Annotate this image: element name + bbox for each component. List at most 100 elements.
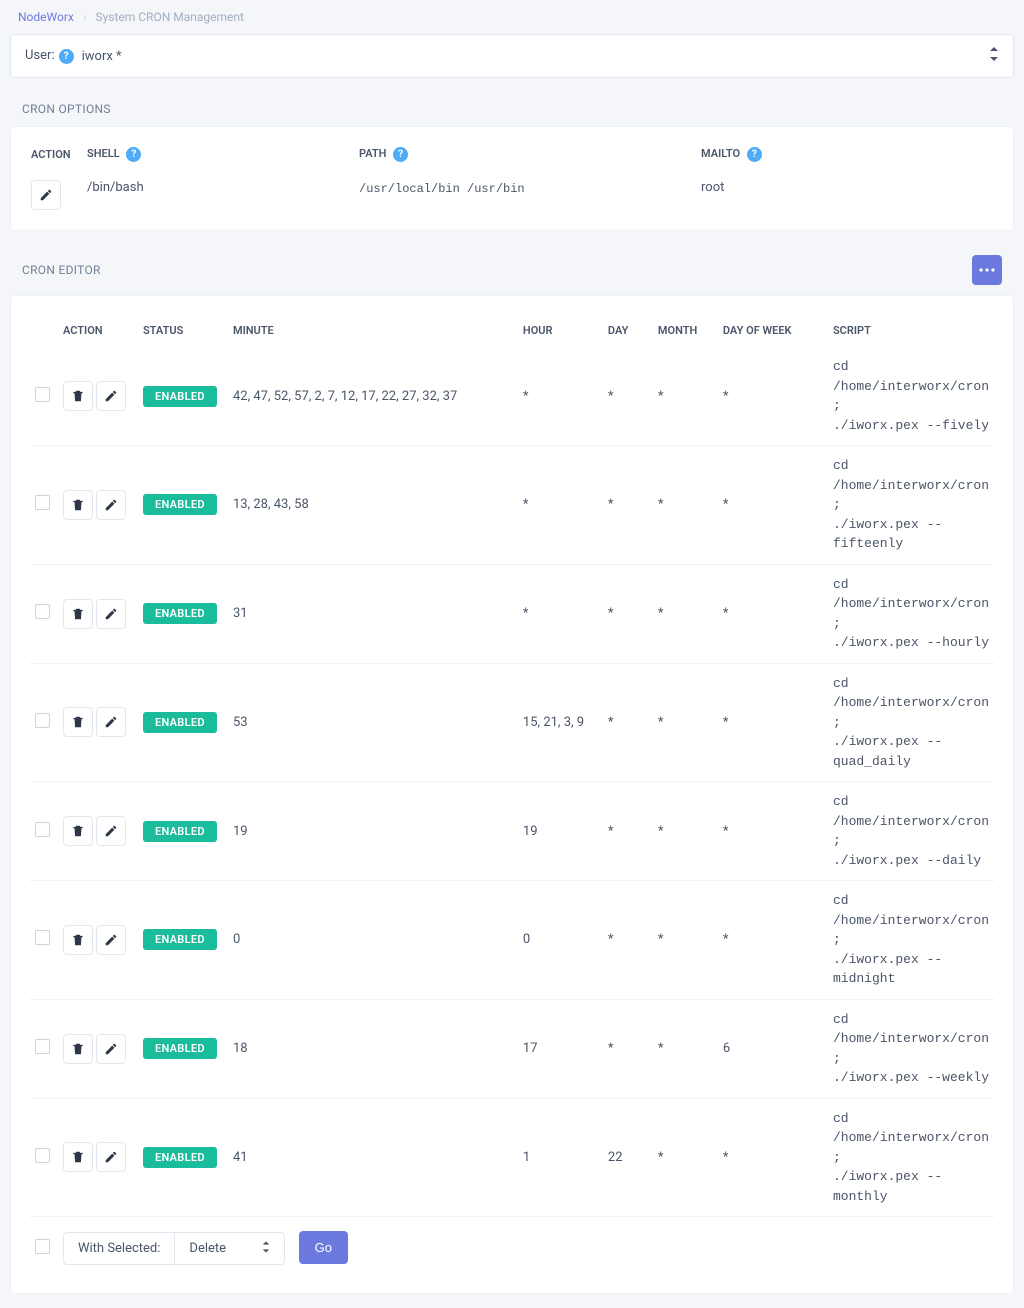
row-checkbox[interactable] bbox=[35, 495, 50, 510]
delete-button[interactable] bbox=[63, 1142, 93, 1172]
bulk-action-row: With Selected:Delete Go bbox=[29, 1217, 995, 1276]
col-shell: SHELL ? bbox=[87, 147, 357, 178]
trash-icon bbox=[71, 498, 85, 512]
edit-button[interactable] bbox=[96, 381, 126, 411]
shell-value: /bin/bash bbox=[87, 180, 357, 210]
dow-cell: * bbox=[717, 564, 827, 663]
row-checkbox[interactable] bbox=[35, 713, 50, 728]
script-cell: cd /home/interworx/cron ; ./iworx.pex --… bbox=[827, 881, 995, 1000]
cron-editor-panel: CRON EDITOR ACTION STATUS MINUTE HOUR DA… bbox=[10, 245, 1014, 1294]
trash-icon bbox=[71, 607, 85, 621]
edit-button[interactable] bbox=[31, 180, 61, 210]
pencil-icon bbox=[104, 933, 118, 947]
dow-cell: * bbox=[717, 663, 827, 782]
edit-button[interactable] bbox=[96, 925, 126, 955]
status-badge: ENABLED bbox=[143, 494, 217, 515]
col-mailto: MAILTO ? bbox=[701, 147, 993, 178]
row-checkbox[interactable] bbox=[35, 930, 50, 945]
edit-button[interactable] bbox=[96, 599, 126, 629]
row-checkbox[interactable] bbox=[35, 1039, 50, 1054]
col-path: PATH ? bbox=[359, 147, 699, 178]
pencil-icon bbox=[39, 188, 53, 202]
table-row: ENABLED00***cd /home/interworx/cron ; ./… bbox=[29, 881, 995, 1000]
col-dow: DAY OF WEEK bbox=[717, 314, 827, 347]
script-cell: cd /home/interworx/cron ; ./iworx.pex --… bbox=[827, 564, 995, 663]
cron-options-table: ACTION SHELL ? PATH ? MAILTO ? /bin/bash… bbox=[29, 145, 995, 212]
status-badge: ENABLED bbox=[143, 712, 217, 733]
status-badge: ENABLED bbox=[143, 929, 217, 950]
hour-cell: 19 bbox=[517, 782, 602, 881]
breadcrumb-root[interactable]: NodeWorx bbox=[18, 10, 74, 24]
hour-cell: * bbox=[517, 564, 602, 663]
delete-button[interactable] bbox=[63, 925, 93, 955]
more-button[interactable] bbox=[972, 255, 1002, 285]
month-cell: * bbox=[652, 446, 717, 565]
dots-icon bbox=[979, 268, 995, 272]
help-icon[interactable]: ? bbox=[747, 147, 762, 162]
col-action: ACTION bbox=[57, 314, 137, 347]
status-badge: ENABLED bbox=[143, 1038, 217, 1059]
options-row: /bin/bash /usr/local/bin /usr/bin root bbox=[31, 180, 993, 210]
user-selector: User:? iworx * bbox=[10, 34, 1014, 78]
dow-cell: * bbox=[717, 1098, 827, 1217]
chevron-updown-icon bbox=[262, 1241, 270, 1256]
breadcrumb-sep: › bbox=[83, 10, 87, 24]
chevron-updown-icon bbox=[989, 47, 999, 65]
delete-button[interactable] bbox=[63, 707, 93, 737]
help-icon[interactable]: ? bbox=[59, 49, 74, 64]
pencil-icon bbox=[104, 607, 118, 621]
script-cell: cd /home/interworx/cron ; ./iworx.pex --… bbox=[827, 663, 995, 782]
pencil-icon bbox=[104, 498, 118, 512]
delete-button[interactable] bbox=[63, 816, 93, 846]
user-label: User:? bbox=[25, 48, 74, 64]
bulk-action-select[interactable]: Delete bbox=[175, 1232, 285, 1265]
edit-button[interactable] bbox=[96, 1034, 126, 1064]
minute-cell: 19 bbox=[227, 782, 517, 881]
status-badge: ENABLED bbox=[143, 821, 217, 842]
delete-button[interactable] bbox=[63, 1034, 93, 1064]
hour-cell: 17 bbox=[517, 999, 602, 1098]
day-cell: * bbox=[602, 663, 652, 782]
delete-button[interactable] bbox=[63, 490, 93, 520]
dow-cell: 6 bbox=[717, 999, 827, 1098]
minute-cell: 41 bbox=[227, 1098, 517, 1217]
hour-cell: 1 bbox=[517, 1098, 602, 1217]
edit-button[interactable] bbox=[96, 816, 126, 846]
bulk-label: With Selected: bbox=[63, 1232, 175, 1265]
panel-title: CRON EDITOR bbox=[22, 263, 101, 277]
breadcrumb-page: System CRON Management bbox=[95, 10, 243, 24]
edit-button[interactable] bbox=[96, 490, 126, 520]
table-row: ENABLED5315, 21, 3, 9***cd /home/interwo… bbox=[29, 663, 995, 782]
help-icon[interactable]: ? bbox=[393, 147, 408, 162]
hour-cell: * bbox=[517, 446, 602, 565]
month-cell: * bbox=[652, 999, 717, 1098]
panel-title: CRON OPTIONS bbox=[10, 92, 1014, 126]
delete-button[interactable] bbox=[63, 381, 93, 411]
trash-icon bbox=[71, 715, 85, 729]
pencil-icon bbox=[104, 1150, 118, 1164]
go-button[interactable]: Go bbox=[299, 1231, 348, 1264]
row-checkbox[interactable] bbox=[35, 1148, 50, 1163]
hour-cell: 15, 21, 3, 9 bbox=[517, 663, 602, 782]
edit-button[interactable] bbox=[96, 1142, 126, 1172]
select-all-checkbox[interactable] bbox=[35, 1239, 50, 1254]
breadcrumb: NodeWorx › System CRON Management bbox=[0, 0, 1024, 34]
month-cell: * bbox=[652, 663, 717, 782]
user-select[interactable]: iworx * bbox=[82, 47, 999, 65]
row-checkbox[interactable] bbox=[35, 604, 50, 619]
col-action: ACTION bbox=[31, 147, 85, 178]
minute-cell: 18 bbox=[227, 999, 517, 1098]
row-checkbox[interactable] bbox=[35, 822, 50, 837]
day-cell: * bbox=[602, 564, 652, 663]
help-icon[interactable]: ? bbox=[126, 147, 141, 162]
row-checkbox[interactable] bbox=[35, 387, 50, 402]
script-cell: cd /home/interworx/cron ; ./iworx.pex --… bbox=[827, 999, 995, 1098]
pencil-icon bbox=[104, 1042, 118, 1056]
delete-button[interactable] bbox=[63, 599, 93, 629]
trash-icon bbox=[71, 389, 85, 403]
month-cell: * bbox=[652, 1098, 717, 1217]
day-cell: * bbox=[602, 446, 652, 565]
edit-button[interactable] bbox=[96, 707, 126, 737]
table-row: ENABLED13, 28, 43, 58****cd /home/interw… bbox=[29, 446, 995, 565]
minute-cell: 0 bbox=[227, 881, 517, 1000]
